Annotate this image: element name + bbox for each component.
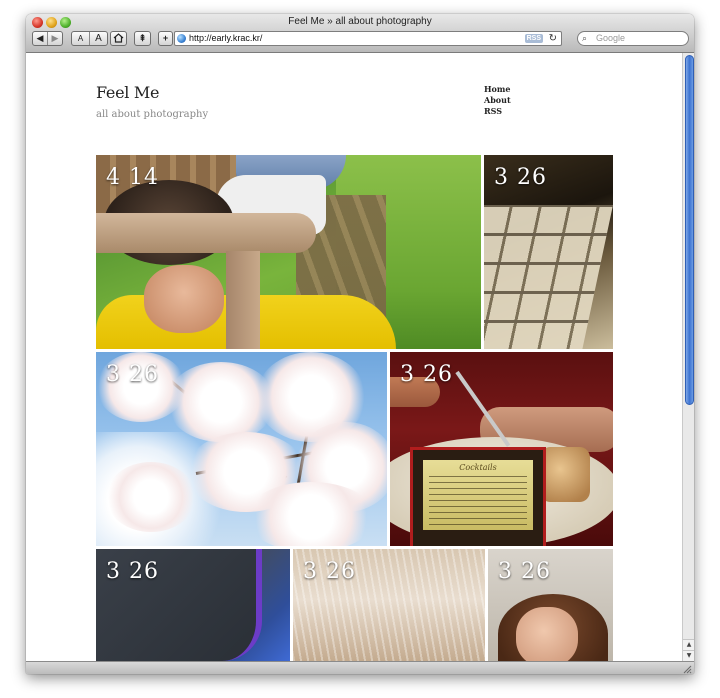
post-tile-girl-on-bench[interactable]: 4 14	[96, 155, 481, 349]
post-tile-cocktail-menu[interactable]: Cocktails 3 26	[390, 352, 613, 546]
title-bar: Feel Me » all about photography ◀ ▶ A A …	[26, 14, 694, 53]
scroll-up-arrow-icon[interactable]: ▲	[683, 639, 694, 650]
smiling-face	[144, 265, 224, 333]
post-date: 3 26	[106, 362, 159, 387]
add-bookmark-button[interactable]: +	[158, 31, 173, 46]
post-date: 3 26	[498, 559, 551, 584]
window-title: Feel Me » all about photography	[288, 16, 432, 27]
globe-icon	[177, 34, 186, 43]
text-size-control: A A	[71, 31, 108, 46]
search-icon: ⌕	[582, 33, 588, 43]
text-bigger-button[interactable]: A	[89, 32, 107, 45]
text-smaller-button[interactable]: A	[72, 32, 89, 45]
search-field[interactable]: ⌕ Google	[577, 31, 689, 46]
home-button[interactable]	[110, 31, 127, 46]
status-bar	[26, 661, 694, 674]
smiling-face	[516, 607, 578, 661]
forward-button[interactable]: ▶	[47, 32, 62, 45]
address-bar[interactable]: http://early.krac.kr/ RSS ↻	[174, 31, 562, 46]
food	[540, 447, 590, 502]
vertical-scrollbar[interactable]: ▲ ▼	[682, 53, 694, 661]
post-tile-phone[interactable]: 3 26	[96, 549, 290, 661]
nav-home-link[interactable]: Home	[484, 84, 511, 95]
post-date: 3 26	[400, 362, 453, 387]
bench-leg	[226, 251, 260, 349]
site-subtitle: all about photography	[96, 109, 209, 120]
back-forward-control: ◀ ▶	[32, 31, 63, 46]
post-tile-fur[interactable]: 3 26	[293, 549, 485, 661]
site-nav: Home About RSS	[484, 84, 511, 117]
site-title[interactable]: Feel Me	[96, 83, 159, 102]
menu-card-title: Cocktails	[459, 463, 497, 472]
page-content: Feel Me all about photography Home About…	[26, 53, 681, 661]
blossom-cluster	[106, 462, 196, 532]
reload-icon[interactable]: ↻	[549, 32, 557, 45]
post-date: 3 26	[303, 559, 356, 584]
menu-card-text	[429, 476, 527, 526]
post-tile-woman-smiling[interactable]: 3 26	[488, 549, 613, 661]
cocktail-menu-card: Cocktails	[410, 447, 546, 546]
back-button[interactable]: ◀	[33, 32, 47, 45]
nav-rss-link[interactable]: RSS	[484, 106, 511, 117]
nav-about-link[interactable]: About	[484, 95, 511, 106]
home-icon	[113, 33, 124, 43]
post-date: 3 26	[106, 559, 159, 584]
post-tile-cherry-blossoms[interactable]: 3 26	[96, 352, 387, 546]
blossom-cluster	[246, 482, 376, 546]
bench-armrest	[96, 213, 316, 253]
post-tile-keyboard[interactable]: 3 26	[484, 155, 613, 349]
post-date: 4 14	[106, 165, 159, 190]
keyboard-keys	[484, 205, 613, 349]
post-date: 3 26	[494, 165, 547, 190]
resize-grip-icon[interactable]	[682, 664, 692, 674]
rss-button[interactable]: RSS	[524, 34, 543, 43]
scrollbar-thumb[interactable]	[685, 55, 694, 405]
snapback-button[interactable]: ⇞	[134, 31, 151, 46]
menu-card-face: Cocktails	[423, 460, 533, 530]
scroll-down-arrow-icon[interactable]: ▼	[683, 650, 694, 661]
browser-window: Feel Me » all about photography ◀ ▶ A A …	[26, 14, 694, 674]
search-placeholder: Google	[596, 33, 626, 43]
url-text[interactable]: http://early.krac.kr/	[189, 32, 262, 45]
